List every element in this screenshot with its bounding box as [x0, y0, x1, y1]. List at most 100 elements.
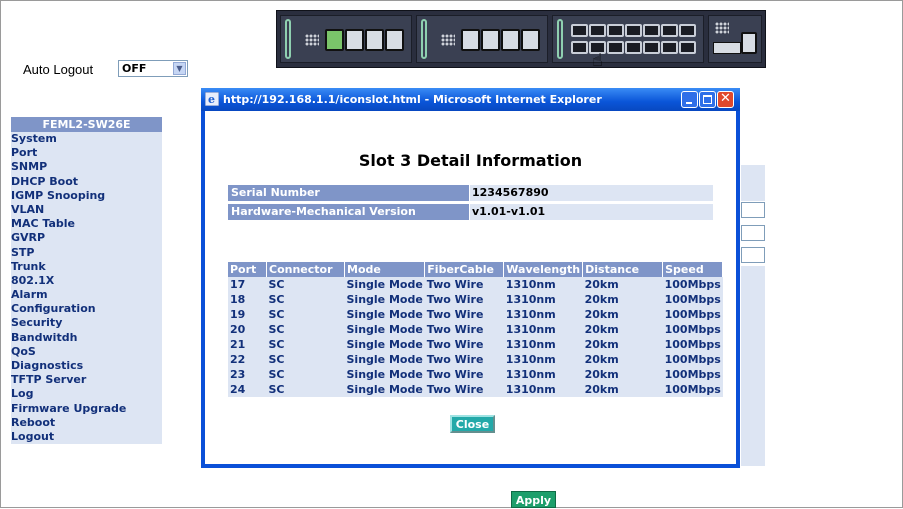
svg-text:e: e [208, 93, 215, 106]
background-input-field[interactable] [741, 247, 765, 263]
cell-distance: 20km [582, 382, 663, 397]
slot-led-grid [305, 34, 319, 46]
cell-wavelength: 1310nm [503, 352, 583, 367]
fiber-port[interactable] [607, 41, 624, 54]
cell-speed: 100Mbps [662, 352, 723, 367]
fiber-port[interactable] [571, 41, 588, 54]
menu-item-configuration[interactable]: Configuration [11, 302, 162, 317]
menu-item-system[interactable]: System [11, 132, 162, 147]
menu-item-snmp[interactable]: SNMP [11, 160, 162, 175]
hw-version-value: v1.01-v1.01 [470, 204, 713, 220]
cell-port: 18 [228, 292, 267, 307]
menu-item-gvrp[interactable]: GVRP [11, 231, 162, 246]
background-form-strip [741, 165, 765, 201]
fiber-port[interactable] [571, 24, 588, 37]
menu-item-logout[interactable]: Logout [11, 429, 162, 445]
background-input-field[interactable] [741, 225, 765, 241]
menu-item-vlan[interactable]: VLAN [11, 202, 162, 218]
cell-connector: SC [266, 367, 345, 382]
cell-distance: 20km [582, 337, 663, 352]
rj45-port[interactable] [481, 29, 500, 51]
console-port[interactable] [741, 32, 757, 54]
cell-speed: 100Mbps [662, 367, 723, 382]
fiber-port[interactable] [625, 41, 642, 54]
menu-item-dhcp-boot[interactable]: DHCP Boot [11, 174, 162, 189]
slot-3[interactable] [552, 15, 704, 63]
serial-number-value: 1234567890 [470, 185, 713, 201]
fiber-port[interactable] [679, 24, 696, 37]
rj45-port[interactable] [385, 29, 404, 51]
apply-button[interactable]: Apply [511, 491, 556, 508]
col-header-wavelength: Wavelength [503, 262, 584, 277]
slot-latch [557, 19, 563, 59]
cell-connector: SC [266, 292, 345, 307]
menu-item-igmp-snooping[interactable]: IGMP Snooping [11, 188, 162, 203]
cell-mode: Single Mode [344, 322, 425, 337]
slot-latch [285, 19, 291, 59]
console-connector [713, 42, 741, 54]
auto-logout-select[interactable]: OFF ▼ [118, 60, 188, 77]
cell-speed: 100Mbps [662, 322, 723, 337]
fiber-port[interactable] [643, 41, 660, 54]
console-module[interactable] [708, 15, 762, 63]
cell-connector: SC [266, 322, 345, 337]
chevron-down-icon[interactable]: ▼ [173, 62, 186, 75]
rj45-port[interactable] [501, 29, 520, 51]
page-title: Slot 3 Detail Information [358, 151, 583, 170]
close-icon[interactable]: ✕ [717, 91, 734, 108]
rj45-port[interactable] [345, 29, 364, 51]
fiber-port[interactable] [661, 24, 678, 37]
menu-item-firmware-upgrade[interactable]: Firmware Upgrade [11, 401, 162, 416]
rj45-port[interactable] [461, 29, 480, 51]
menu-item-mac-table[interactable]: MAC Table [11, 217, 162, 232]
rj45-port[interactable] [325, 29, 344, 51]
close-button[interactable]: Close [450, 415, 495, 433]
menu-item-reboot[interactable]: Reboot [11, 415, 162, 430]
rj45-port[interactable] [365, 29, 384, 51]
menu-item-log[interactable]: Log [11, 387, 162, 402]
menu-title: FEML2-SW26E [11, 117, 162, 132]
cell-port: 22 [228, 352, 267, 367]
cell-fibercable: Two Wire [424, 277, 504, 292]
cell-port: 21 [228, 337, 267, 352]
menu-item-tftp-server[interactable]: TFTP Server [11, 373, 162, 388]
popup-titlebar[interactable]: e http://192.168.1.1/iconslot.html - Mic… [201, 88, 740, 111]
slot-led-grid [441, 34, 455, 46]
slot-2[interactable] [416, 15, 548, 63]
cell-wavelength: 1310nm [503, 382, 583, 397]
cell-mode: Single Mode [344, 307, 425, 322]
cell-connector: SC [266, 307, 345, 322]
menu-item-alarm[interactable]: Alarm [11, 288, 162, 303]
menu-item-stp[interactable]: STP [11, 245, 162, 260]
table-row: 24 SC Single Mode Two Wire 1310nm 20km 1… [228, 382, 723, 397]
fiber-port[interactable] [679, 41, 696, 54]
menu-item-trunk[interactable]: Trunk [11, 259, 162, 274]
menu-item-bandwidth[interactable]: Bandwitdh [11, 330, 162, 345]
popup-body: Slot 3 Detail Information Serial Number … [205, 111, 736, 464]
menu-item-port[interactable]: Port [11, 146, 162, 161]
maximize-icon[interactable] [699, 91, 716, 108]
menu-item-8021x[interactable]: 802.1X [11, 273, 162, 289]
table-row: 19 SC Single Mode Two Wire 1310nm 20km 1… [228, 307, 723, 322]
fiber-port[interactable] [625, 24, 642, 37]
sidebar-menu: FEML2-SW26E System Port SNMP DHCP Boot I… [11, 117, 162, 445]
fiber-port[interactable] [589, 24, 606, 37]
cell-fibercable: Two Wire [424, 322, 504, 337]
menu-item-security[interactable]: Security [11, 316, 162, 331]
fiber-port[interactable] [661, 41, 678, 54]
cell-port: 17 [228, 277, 267, 292]
slot-1[interactable] [280, 15, 412, 63]
cell-distance: 20km [582, 307, 663, 322]
col-header-speed: Speed [662, 262, 724, 277]
menu-item-diagnostics[interactable]: Diagnostics [11, 359, 162, 374]
fiber-port[interactable] [607, 24, 624, 37]
menu-item-qos[interactable]: QoS [11, 344, 162, 359]
cell-distance: 20km [582, 322, 663, 337]
cell-connector: SC [266, 352, 345, 367]
rj45-port[interactable] [521, 29, 540, 51]
background-input-field[interactable] [741, 202, 765, 218]
hand-cursor-icon: ☝ [592, 50, 603, 71]
cell-speed: 100Mbps [662, 292, 723, 307]
fiber-port[interactable] [643, 24, 660, 37]
minimize-icon[interactable] [681, 91, 698, 108]
